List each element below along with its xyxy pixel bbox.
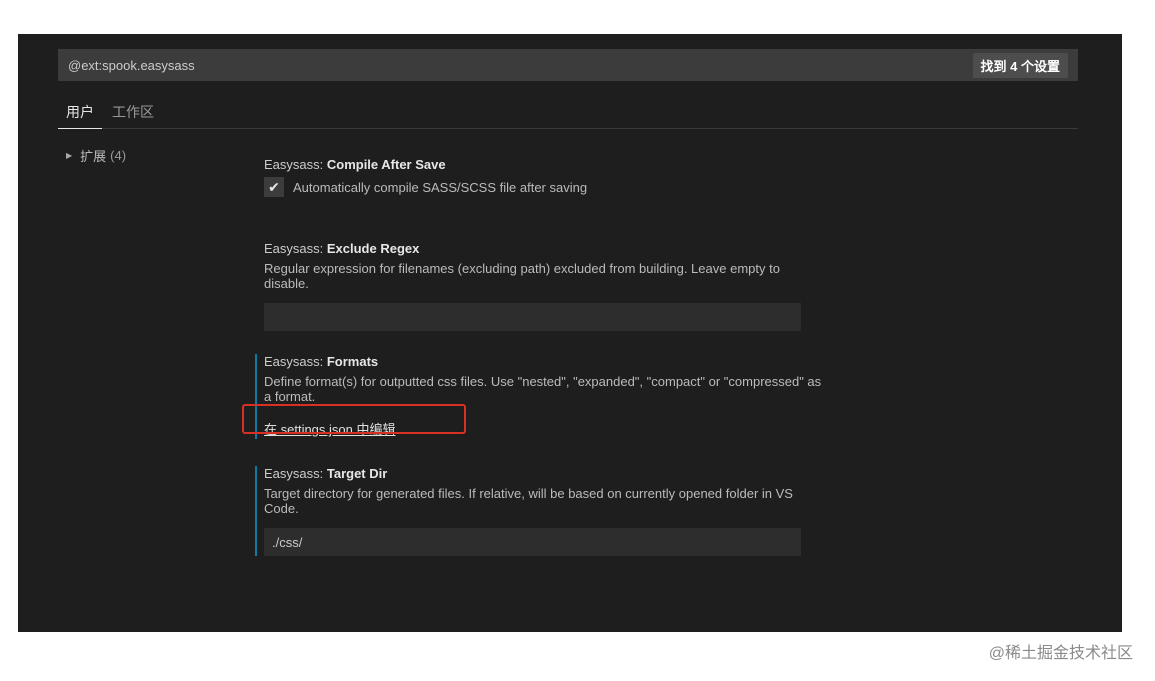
setting-title: Easysass: Formats (264, 354, 824, 369)
checkbox-row: ✔ Automatically compile SASS/SCSS file a… (264, 177, 824, 197)
exclude-regex-input[interactable] (264, 303, 801, 331)
settings-window: 找到 4 个设置 用户 工作区 ▶ 扩展 (4) Easysass: Compi… (18, 34, 1122, 632)
setting-description: Regular expression for filenames (exclud… (264, 261, 780, 291)
target-dir-input[interactable] (264, 528, 801, 556)
setting-title: Easysass: Compile After Save (264, 157, 824, 172)
source-watermark: @稀土掘金技术社区 (988, 645, 1133, 662)
tab-workspace[interactable]: 工作区 (104, 94, 162, 128)
setting-category: Easysass: (264, 157, 327, 172)
settings-search-bar[interactable]: 找到 4 个设置 (58, 49, 1078, 81)
result-count-badge: 找到 4 个设置 (972, 52, 1068, 78)
annotation-highlight-box (242, 404, 466, 434)
chevron-right-icon: ▶ (66, 151, 73, 160)
tab-user[interactable]: 用户 (58, 94, 102, 129)
setting-compile-after-save: Easysass: Compile After Save ✔ Automatic… (264, 157, 824, 197)
setting-target-dir: Easysass: Target Dir Target directory fo… (255, 466, 824, 556)
setting-title: Easysass: Exclude Regex (264, 241, 824, 256)
compile-after-save-checkbox[interactable]: ✔ (264, 177, 284, 197)
setting-name: Exclude Regex (326, 241, 420, 256)
setting-name: Formats (326, 354, 379, 369)
checkbox-label: Automatically compile SASS/SCSS file aft… (293, 179, 588, 195)
search-input[interactable] (68, 57, 868, 73)
setting-exclude-regex: Easysass: Exclude Regex Regular expressi… (264, 241, 824, 331)
setting-category: Easysass: (264, 466, 327, 481)
setting-name: Target Dir (326, 466, 388, 481)
settings-scope-tabs: 用户 工作区 (58, 94, 1078, 129)
toc-count: (4) (110, 148, 127, 163)
setting-category: Easysass: (264, 241, 327, 256)
setting-title: Easysass: Target Dir (264, 466, 824, 481)
setting-description: Define format(s) for outputted css files… (264, 374, 822, 404)
toc-extensions-item[interactable]: ▶ 扩展 (4) (66, 146, 126, 165)
setting-category: Easysass: (264, 354, 327, 369)
checkmark-icon: ✔ (268, 179, 280, 195)
setting-name: Compile After Save (326, 157, 446, 172)
toc-label: 扩展 (80, 149, 107, 164)
setting-description: Target directory for generated files. If… (264, 486, 793, 516)
